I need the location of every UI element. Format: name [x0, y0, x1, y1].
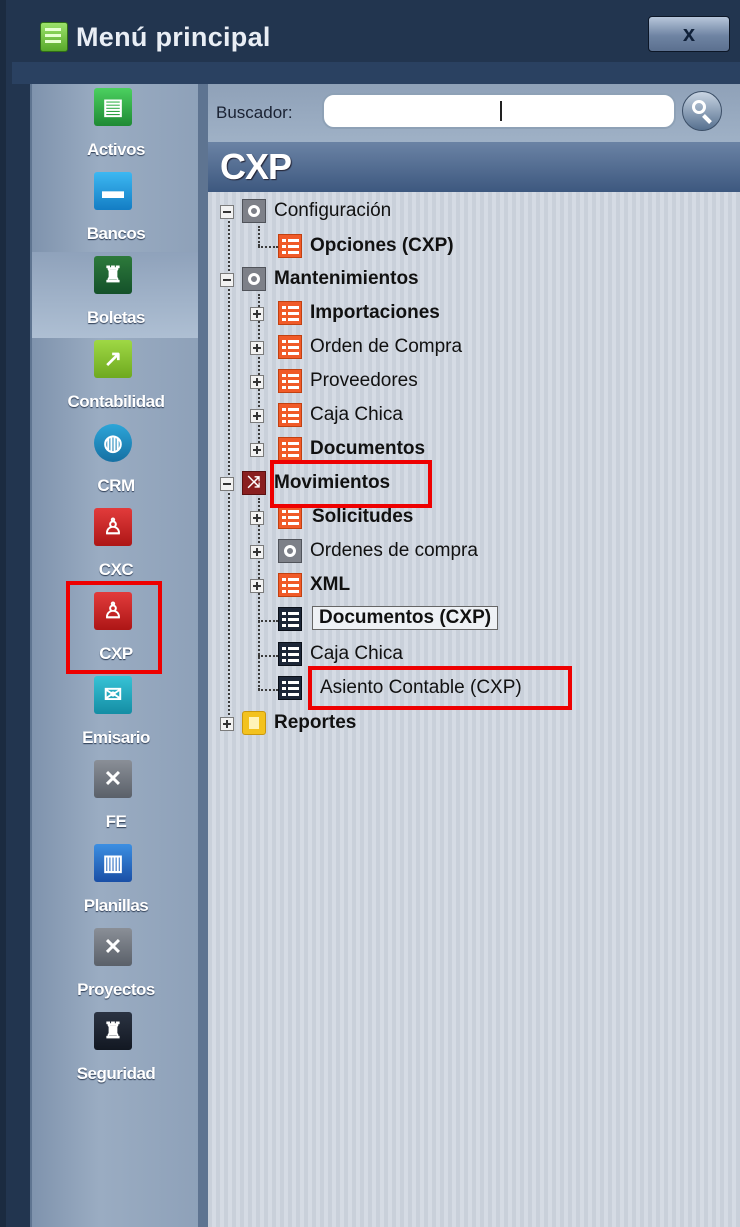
- gear-icon: [278, 539, 302, 563]
- castle-icon: ♜: [94, 1012, 132, 1050]
- list-icon: [278, 573, 302, 597]
- title-bar: Menú principal x: [12, 8, 740, 60]
- sidebar-item-label: Boletas: [87, 308, 145, 327]
- list-icon: [278, 607, 302, 631]
- sidebar-item-label: Activos: [87, 140, 145, 159]
- gear-icon: [242, 199, 266, 223]
- globe-icon: ◍: [94, 424, 132, 462]
- tree-node-reportes[interactable]: Reportes: [220, 709, 620, 739]
- sidebar-item-emisario[interactable]: ✉ Emisario: [32, 672, 200, 758]
- sidebar-divider: [198, 84, 208, 1227]
- sidebar-item-proyectos[interactable]: ✕ Proyectos: [32, 924, 200, 1010]
- shuffle-icon: ⤨: [242, 471, 266, 495]
- sidebar-item-label: Emisario: [82, 728, 150, 747]
- window-title: Menú principal: [76, 22, 271, 52]
- collapse-toggle-icon[interactable]: [220, 205, 234, 219]
- chart-icon: ↗: [94, 340, 132, 378]
- tree-node-mantenimientos[interactable]: Mantenimientos: [220, 265, 620, 295]
- section-header: CXP: [208, 142, 740, 192]
- expand-toggle-icon[interactable]: [250, 409, 264, 423]
- list-icon: [278, 335, 302, 359]
- expand-toggle-icon[interactable]: [250, 545, 264, 559]
- movimientos-highlight-box: [270, 460, 432, 508]
- expand-toggle-icon[interactable]: [250, 341, 264, 355]
- list-icon: [278, 437, 302, 461]
- worker-icon: ♜: [94, 256, 132, 294]
- collapse-toggle-icon[interactable]: [220, 273, 234, 287]
- tree-node-orden-de-compra[interactable]: Orden de Compra: [250, 333, 650, 363]
- expand-toggle-icon[interactable]: [250, 443, 264, 457]
- sidebar-item-label: FE: [105, 812, 127, 831]
- text-cursor: [500, 101, 502, 121]
- report-icon: [242, 711, 266, 735]
- sidebar-item-label: CXC: [98, 560, 134, 579]
- menu-app-icon: [40, 22, 68, 52]
- main-panel: Buscador: CXP Configuración Opciones (CX…: [208, 84, 740, 1227]
- sidebar-item-contabilidad[interactable]: ↗ Contabilidad: [32, 336, 200, 422]
- list-icon: [278, 234, 302, 258]
- sidebar-item-planillas[interactable]: ▥ Planillas: [32, 840, 200, 926]
- list-icon: [278, 676, 302, 700]
- tree-node-configuracion[interactable]: Configuración: [220, 197, 620, 227]
- tree-node-xml[interactable]: XML: [250, 571, 650, 601]
- sidebar-item-label: Contabilidad: [67, 392, 165, 411]
- sidebar-item-label: CRM: [97, 476, 135, 495]
- list-icon: [278, 403, 302, 427]
- tree-node-importaciones[interactable]: Importaciones: [250, 299, 650, 329]
- collapse-toggle-icon[interactable]: [220, 477, 234, 491]
- list-icon: [278, 642, 302, 666]
- tree-leaf-documentos-cxp[interactable]: Documentos (CXP): [278, 605, 678, 635]
- expand-toggle-icon[interactable]: [250, 375, 264, 389]
- sidebar-item-label: Planillas: [83, 896, 149, 915]
- person-coins-icon: ♙: [94, 508, 132, 546]
- sidebar-item-crm[interactable]: ◍ CRM: [32, 420, 200, 506]
- cxp-highlight-box: [66, 581, 162, 674]
- list-icon: [278, 369, 302, 393]
- sidebar-item-label: Proyectos: [77, 980, 155, 999]
- tools-icon: ✕: [94, 760, 132, 798]
- envelope-icon: ✉: [94, 676, 132, 714]
- asiento-highlight-box: [308, 666, 572, 710]
- sidebar-item-boletas[interactable]: ♜ Boletas: [32, 252, 200, 338]
- sidebar-item-label: Bancos: [86, 224, 146, 243]
- title-divider: [12, 62, 740, 84]
- tree-node-ordenes-de-compra[interactable]: Ordenes de compra: [250, 537, 650, 567]
- search-input[interactable]: [322, 93, 676, 129]
- list-icon: [278, 505, 302, 529]
- sidebar-item-activos[interactable]: ▤ Activos: [32, 84, 200, 170]
- tree-node-opciones-cxp[interactable]: Opciones (CXP): [278, 232, 678, 262]
- tree-node-proveedores[interactable]: Proveedores: [250, 367, 650, 397]
- list-icon: [278, 301, 302, 325]
- document-icon: ▥: [94, 844, 132, 882]
- menu-tree: Configuración Opciones (CXP) Mantenimien…: [208, 192, 740, 1227]
- tree-node-caja-chica[interactable]: Caja Chica: [250, 401, 650, 431]
- sidebar-item-cxc[interactable]: ♙ CXC: [32, 504, 200, 590]
- close-button[interactable]: x: [648, 16, 730, 52]
- cash-register-icon: ▤: [94, 88, 132, 126]
- pencil-ruler-icon: ✕: [94, 928, 132, 966]
- search-button[interactable]: [682, 91, 722, 131]
- section-title: CXP: [220, 146, 292, 187]
- sidebar-item-fe[interactable]: ✕ FE: [32, 756, 200, 842]
- gear-icon: [242, 267, 266, 291]
- expand-toggle-icon[interactable]: [250, 579, 264, 593]
- magnifier-icon: [692, 100, 706, 114]
- sidebar-item-label: Seguridad: [76, 1064, 156, 1083]
- briefcase-icon: ▬: [94, 172, 132, 210]
- search-bar: Buscador:: [208, 84, 740, 142]
- expand-toggle-icon[interactable]: [220, 717, 234, 731]
- expand-toggle-icon[interactable]: [250, 511, 264, 525]
- expand-toggle-icon[interactable]: [250, 307, 264, 321]
- sidebar-item-bancos[interactable]: ▬ Bancos: [32, 168, 200, 254]
- search-label: Buscador:: [216, 103, 293, 122]
- sidebar-item-seguridad[interactable]: ♜ Seguridad: [32, 1008, 200, 1094]
